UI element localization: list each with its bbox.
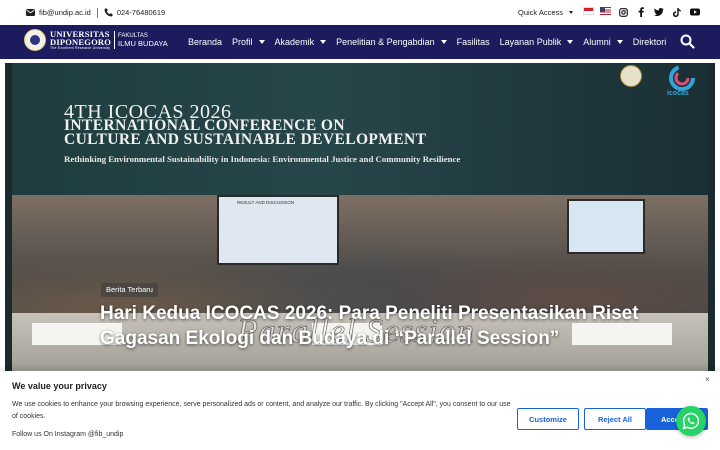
search-icon[interactable] [680,34,695,54]
university-line2: DIPONEGORO [50,36,112,47]
nav-item-fasilitas[interactable]: Fasilitas [457,37,490,47]
category-badge[interactable]: Berita Terbaru [101,283,158,297]
top-bar: fib@undip.ac.id 024-76480619 Quick Acces… [0,0,720,25]
faculty-line2: ILMU BUDAYA [118,39,168,48]
chevron-down-icon [320,40,327,44]
faculty-seal-logo [610,65,652,99]
conference-banner-image: 4TH ICOCAS 2026 INTERNATIONAL CONFERENCE… [12,63,708,195]
quick-access-dropdown[interactable]: Quick Access [518,0,574,25]
quick-access-label: Quick Access [518,8,564,17]
banner-theme: Rethinking Environmental Sustainability … [64,154,461,164]
cookie-title: We value your privacy [12,381,107,391]
cookie-message: We use cookies to enhance your browsing … [12,401,511,420]
whatsapp-icon [682,412,700,430]
banner-subtitle-line2: CULTURE AND SUSTAINABLE DEVELOPMENT [64,131,427,148]
phone-contact[interactable]: 024-76480619 [104,8,165,17]
presentation-screen: RESULT AND DISCUSSION [217,195,339,265]
nav-item-label: Fasilitas [456,37,490,47]
reject-all-button[interactable]: Reject All [584,408,646,430]
presentation-screen [567,199,645,254]
site-logo[interactable]: UNIVERSITAS DIPONEGORO The Excellent Res… [24,29,168,51]
nav-item-beranda[interactable]: Beranda [188,37,222,47]
twitter-icon[interactable] [654,6,664,18]
banner-subtitle: INTERNATIONAL CONFERENCE ON CULTURE AND … [64,118,427,148]
nav-menu: Beranda Profil Akademik Penelitian & Pen… [188,25,676,59]
nav-item-akademik[interactable]: Akademik [275,37,327,47]
envelope-icon [26,9,35,16]
chevron-down-icon [440,40,447,44]
email-text: fib@undip.ac.id [39,8,91,17]
icocas-logo: icocas [663,63,701,101]
university-seal-icon [24,29,46,51]
whatsapp-chat-button[interactable] [676,406,706,436]
phone-text: 024-76480619 [116,8,166,17]
contact-info: fib@undip.ac.id 024-76480619 [26,7,165,18]
chevron-down-icon [567,40,574,44]
nav-item-penelitian[interactable]: Penelitian & Pengabdian [336,37,447,47]
customize-button[interactable]: Customize [517,408,579,430]
youtube-icon[interactable] [690,6,700,18]
icocas-logo-text: icocas [667,90,689,97]
university-name: UNIVERSITAS DIPONEGORO The Excellent Res… [50,29,112,51]
nav-item-label: Alumni [583,37,611,47]
phone-icon [104,8,113,17]
nav-item-label: Profil [232,37,253,47]
social-links [618,6,700,18]
nav-item-direktori[interactable]: Direktori [633,37,667,47]
tiktok-icon[interactable] [672,6,682,18]
divider [96,7,98,18]
chevron-down-icon [569,11,574,14]
chevron-down-icon [258,40,265,44]
id-flag-icon[interactable] [583,7,594,15]
instagram-follow-text: Follow us On Instagram @fib_undip [12,431,124,438]
cookie-consent-banner: We value your privacy × We use cookies t… [0,371,720,450]
nav-item-label: Direktori [632,37,667,47]
university-tagline: The Excellent Research University [50,45,111,50]
seal-icon [620,65,642,87]
nav-item-label: Beranda [188,37,223,47]
hero-slider[interactable]: 4TH ICOCAS 2026 INTERNATIONAL CONFERENCE… [5,63,715,383]
nav-item-layanan-publik[interactable]: Layanan Publik [500,37,574,47]
language-switcher [583,7,611,15]
article-headline[interactable]: Hari Kedua ICOCAS 2026: Para Peneliti Pr… [100,301,640,351]
email-contact[interactable]: fib@undip.ac.id [26,8,91,17]
nav-item-alumni[interactable]: Alumni [583,37,623,47]
screen-heading: RESULT AND DISCUSSION [237,200,295,205]
us-flag-icon[interactable] [600,7,611,15]
nav-item-label: Penelitian & Pengabdian [336,37,435,47]
nav-item-profil[interactable]: Profil [232,37,265,47]
close-icon[interactable]: × [705,375,710,384]
logo-divider [114,31,116,49]
chevron-down-icon [616,40,623,44]
nav-item-label: Akademik [274,37,315,47]
nav-item-label: Layanan Publik [499,37,562,47]
instagram-icon[interactable] [618,6,628,18]
facebook-icon[interactable] [636,6,646,18]
faculty-name: FAKULTAS ILMU BUDAYA [118,33,168,47]
main-navbar: UNIVERSITAS DIPONEGORO The Excellent Res… [0,25,720,59]
